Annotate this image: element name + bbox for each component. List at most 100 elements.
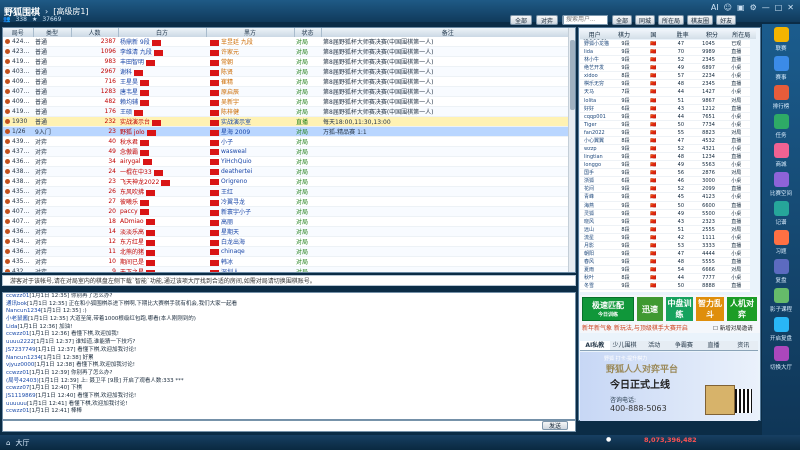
- player-header-room[interactable]: 所在局: [727, 30, 756, 39]
- white-player[interactable]: 北熊的猪: [118, 246, 206, 257]
- sidebar-item[interactable]: 开启复盘: [762, 314, 800, 343]
- gift-icon[interactable]: ▣: [737, 3, 745, 12]
- black-player[interactable]: 原启辰: [206, 86, 294, 97]
- player-row[interactable]: 天马 7段 🇨🇳 44 1427 小桌: [580, 88, 750, 97]
- player-row[interactable]: 秋叶 8段 🇨🇳 44 7777 小桌: [580, 274, 750, 283]
- room-row[interactable]: 41905 普通 176 王硕 陈梓健 对局 第8届野狐杯大师赛决赛(中国围棋第…: [3, 106, 575, 117]
- room-row[interactable]: 40390 普通 2967 谢科 陈贤 对局 第8届野狐杯大师赛决赛(中国围棋第…: [3, 66, 575, 77]
- black-player[interactable]: 小子: [206, 136, 294, 147]
- player-header-rank[interactable]: 棋力: [609, 30, 638, 39]
- sidebar-item[interactable]: 排行榜: [762, 82, 800, 111]
- chat-line[interactable]: vjyuz0000[1月1日 12:38] 看懂下棋,欢迎加我讨论!: [3, 362, 575, 370]
- sidebar-item[interactable]: 复盘: [762, 256, 800, 285]
- chat-line[interactable]: ccwzz07[1月1日 12:40] 下棋: [3, 385, 575, 393]
- tab-kids-go[interactable]: 少儿围棋: [610, 341, 640, 350]
- ai-play-button[interactable]: 人机对弈: [727, 297, 757, 321]
- player-row[interactable]: fan2022 9段 🇨🇳 55 8823 对局: [580, 129, 750, 137]
- player-row[interactable]: 绝艺开发 9段 🇨🇳 49 6897 小桌: [580, 64, 750, 73]
- black-player[interactable]: wasweal: [206, 146, 294, 157]
- chat-line[interactable]: JS1119869[1月1日 12:40] 看懂下棋,欢迎加我讨论!: [3, 393, 575, 401]
- chat-line[interactable]: (局号42403)[1月1日 12:39] 上: 聂卫平 [9段] 开启了观看人…: [3, 378, 575, 386]
- room-row[interactable]: 1930 普通 232 实战演示台 实战演示室 直播 每天18:00,11:30…: [3, 116, 575, 127]
- chat-line[interactable]: 通讯bok[1月1日 12:35] 正在和小狐围棋杀进下棋啊,下期比大赛棋手就有…: [3, 301, 575, 309]
- white-player[interactable]: 李维清 九段: [118, 46, 206, 57]
- player-row[interactable]: wzzp 9段 🇨🇳 52 4321 小桌: [580, 145, 750, 154]
- white-player[interactable]: 谢科: [118, 66, 206, 77]
- sidebar-item[interactable]: 任务: [762, 111, 800, 140]
- black-player[interactable]: 常朝: [206, 56, 294, 67]
- header-status[interactable]: 状态: [294, 28, 322, 37]
- white-player[interactable]: airygal: [118, 156, 206, 167]
- fast-play-button[interactable]: 迅速: [637, 297, 663, 321]
- sidebar-item[interactable]: 赛事: [762, 53, 800, 82]
- sidebar-item[interactable]: 商城: [762, 140, 800, 169]
- room-scrollbar[interactable]: [568, 28, 575, 272]
- player-row[interactable]: longgo 9段 🇨🇳 49 5563 小桌: [580, 161, 750, 170]
- chat-line[interactable]: ccwzz01[1月1日 12:35] 你别再了怎么办?: [3, 293, 575, 301]
- brain-battle-button[interactable]: 智力乱斗: [696, 297, 724, 321]
- sidebar-item[interactable]: 切换大厅: [762, 343, 800, 372]
- white-player[interactable]: 一棍在中33: [118, 166, 206, 177]
- tab-contest[interactable]: 争霸赛: [669, 341, 699, 350]
- player-row[interactable]: lida 9段 🇨🇳 70 9989 直播: [580, 48, 750, 57]
- player-row[interactable]: 夏雨 9段 🇨🇳 54 6666 对局: [580, 266, 750, 275]
- black-player[interactable]: Origreno: [206, 176, 294, 187]
- white-player[interactable]: 天下之星: [118, 266, 206, 272]
- room-row[interactable]: 42398 普通 1096 李维清 九段 许家元 对局 第8届野狐杯大师赛决赛(…: [3, 46, 575, 57]
- player-row[interactable]: 晓风 9段 🇨🇳 43 2323 直播: [580, 218, 750, 226]
- white-player[interactable]: 期间已是: [118, 256, 206, 267]
- player-filter-room[interactable]: 所在局: [658, 15, 685, 25]
- white-player[interactable]: 东方红星: [118, 236, 206, 247]
- chat-input[interactable]: [2, 420, 576, 432]
- player-header-rate[interactable]: 胜率: [668, 30, 697, 39]
- black-player[interactable]: 深圳人: [206, 266, 294, 272]
- header-id[interactable]: 局号: [3, 28, 34, 37]
- sidebar-item[interactable]: 联赛: [762, 24, 800, 53]
- black-player[interactable]: 崔精: [206, 76, 294, 87]
- player-header-score[interactable]: 积分: [697, 30, 726, 39]
- white-player[interactable]: 野狐 jolo: [118, 126, 206, 137]
- player-filter-city[interactable]: 同城: [635, 15, 656, 25]
- white-player[interactable]: 王星昊: [118, 76, 206, 87]
- white-player[interactable]: 杨鼎新 9段: [118, 37, 206, 47]
- room-row[interactable]: 41905 普通 983 丰田智明 常朝 对局 第8届野狐杯大师赛决赛(中国围棋…: [3, 56, 575, 67]
- player-row[interactable]: 月影 9段 🇨🇳 53 3333 直播: [580, 242, 750, 251]
- player-row[interactable]: xidoo 8段 🇨🇳 57 2234 小桌: [580, 72, 750, 81]
- player-row[interactable]: 小心翼翼 8段 🇨🇳 47 4532 直播: [580, 137, 750, 146]
- quick-match-button[interactable]: 极速匹配 今日训练: [582, 297, 634, 321]
- player-filter-friends[interactable]: 好友: [716, 15, 737, 25]
- room-row[interactable]: 42403 普通 2387 杨鼎新 9段 芈昱廷 九段 对局 第8届野狐杯大师赛…: [3, 37, 575, 47]
- white-player[interactable]: 赖均辅: [118, 96, 206, 107]
- header-viewers[interactable]: 人数: [71, 28, 119, 37]
- player-search-input[interactable]: [563, 15, 608, 25]
- player-header-name[interactable]: 用户(30086): [580, 30, 609, 46]
- room-row[interactable]: 43522 对弈 27 彼曦乐 冷翼寻龙 对局: [3, 196, 575, 207]
- room-row[interactable]: 43701 对弈 49 念傲霸 wasweal 对局: [3, 146, 575, 157]
- player-row[interactable]: 流星 9段 🇨🇳 42 1111 小桌: [580, 234, 750, 242]
- user-icon[interactable]: ☺: [724, 3, 732, 12]
- player-row[interactable]: cqqp001 9段 🇨🇳 44 7651 小桌: [580, 113, 750, 121]
- white-player[interactable]: 东风吹拂: [118, 186, 206, 197]
- settings-icon[interactable]: ⚙: [750, 3, 757, 12]
- white-player[interactable]: 实战演示台: [118, 116, 206, 127]
- sidebar-item[interactable]: 比赛空间: [762, 169, 800, 198]
- tab-ai-coach[interactable]: AI私教: [580, 341, 610, 350]
- player-row[interactable]: lolita 9段 🇨🇳 51 9867 对局: [580, 97, 750, 105]
- player-row[interactable]: 春风 9段 🇨🇳 48 5555 直播: [580, 258, 750, 267]
- close-icon[interactable]: ✕: [787, 3, 794, 12]
- player-row[interactable]: 好好 6段 🇨🇳 43 1212 直播: [580, 105, 750, 113]
- player-filter-circle[interactable]: 棋友圈: [687, 15, 714, 25]
- player-row[interactable]: 花间 9段 🇨🇳 52 2099 直播: [580, 185, 750, 194]
- room-row[interactable]: 43811 对弈 23 飞天神龙2022 Origreno 对局: [3, 176, 575, 187]
- sidebar-item[interactable]: 习题: [762, 227, 800, 256]
- black-player[interactable]: 实战演示室: [206, 116, 294, 127]
- player-row[interactable]: 冬雪 9段 🇨🇳 50 8888 直播: [580, 282, 750, 291]
- header-type[interactable]: 类型: [33, 28, 72, 37]
- lobby-label[interactable]: 大厅: [15, 438, 29, 448]
- header-black[interactable]: 黑方: [206, 28, 295, 37]
- black-player[interactable]: chinaqe: [206, 246, 294, 257]
- player-row[interactable]: 林小牛 9段 🇨🇳 52 2345 直播: [580, 56, 750, 65]
- chat-line[interactable]: JS7237749[1月1日 12:37] 看懂下棋,欢迎加我讨论!: [3, 347, 575, 355]
- tab-news[interactable]: 资讯: [728, 341, 758, 350]
- chat-line[interactable]: 小老鼠酱[1月1日 12:35] 大道至简,带着1000根级红包跑,哪看(本人刚…: [3, 316, 575, 324]
